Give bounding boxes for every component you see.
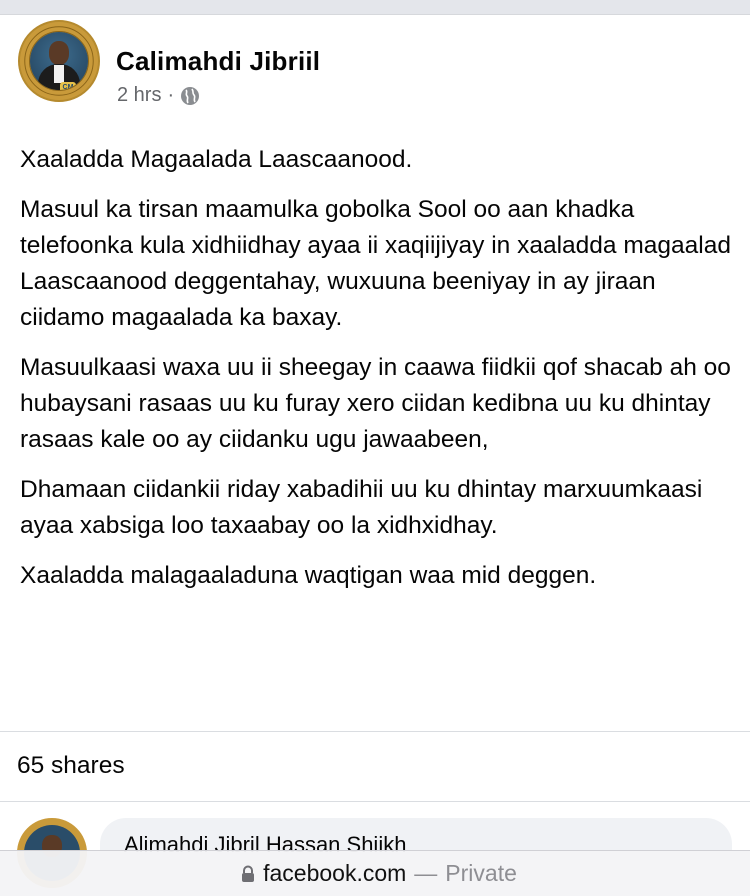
- post-text: Xaaladda Magaalada Laascaanood. Masuul k…: [20, 142, 732, 608]
- post-paragraph: Xaaladda malagaaladuna waqtigan waa mid …: [20, 562, 597, 589]
- divider: [0, 801, 750, 802]
- lock-icon: [242, 865, 255, 882]
- avatar-photo: CM: [30, 32, 88, 90]
- url-domain: facebook.com: [263, 860, 407, 886]
- url-display[interactable]: facebook.com — Private: [241, 860, 517, 887]
- browser-address-bar[interactable]: facebook.com — Private: [0, 850, 750, 896]
- post-timestamp[interactable]: 2 hrs: [117, 84, 161, 107]
- divider: [0, 731, 750, 732]
- post-meta: 2 hrs ·: [117, 84, 200, 107]
- meta-separator: ·: [167, 84, 175, 106]
- post-paragraph: Dhamaan ciidankii riday xabadihii uu ku …: [20, 476, 703, 539]
- url-separator: —: [414, 860, 438, 886]
- feed-top-gap: [0, 0, 750, 14]
- post-paragraph: Masuul ka tirsan maamulka gobolka Sool o…: [20, 196, 731, 331]
- shares-count[interactable]: 65 shares: [17, 752, 125, 780]
- post-paragraph: Xaaladda Magaalada Laascaanood.: [20, 146, 413, 173]
- private-mode-label: Private: [445, 860, 517, 886]
- post-paragraph: Masuulkaasi waxa uu ii sheegay in caawa …: [20, 354, 731, 453]
- author-name[interactable]: Calimahdi Jibriil: [116, 46, 320, 77]
- globe-icon: [181, 86, 200, 105]
- author-avatar[interactable]: CM: [18, 20, 100, 102]
